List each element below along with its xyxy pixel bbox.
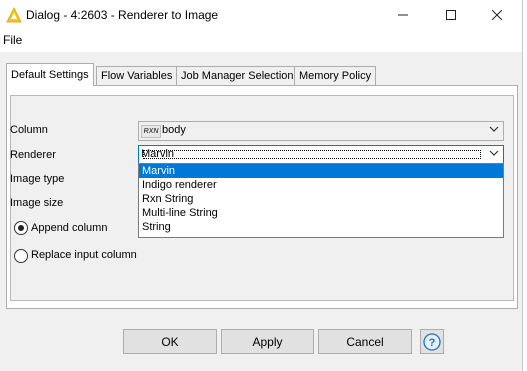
replace-column-radio[interactable] bbox=[14, 249, 28, 263]
renderer-label: Renderer bbox=[10, 149, 56, 161]
image-size-label: Image size bbox=[10, 197, 64, 209]
replace-column-label: Replace input column bbox=[31, 249, 137, 261]
tab-label: Flow Variables bbox=[101, 70, 173, 82]
close-button[interactable] bbox=[474, 0, 520, 30]
renderer-dropdown-list: Marvin Indigo renderer Rxn String Multi-… bbox=[138, 163, 504, 238]
help-glyph: ? bbox=[429, 337, 436, 349]
maximize-icon bbox=[446, 10, 456, 20]
window-title: Dialog - 4:2603 - Renderer to Image bbox=[26, 8, 219, 22]
apply-button-label: Apply bbox=[252, 334, 283, 349]
tab-default-settings[interactable]: Default Settings bbox=[6, 63, 94, 86]
cancel-button[interactable]: Cancel bbox=[318, 329, 412, 354]
renderer-option[interactable]: Marvin bbox=[139, 164, 503, 178]
tab-flow-variables[interactable]: Flow Variables bbox=[96, 66, 178, 85]
renderer-select-value: Marvin bbox=[141, 148, 483, 161]
ok-button[interactable]: OK bbox=[123, 329, 217, 354]
append-column-radio[interactable] bbox=[14, 221, 28, 235]
tab-label: Job Manager Selection bbox=[181, 70, 294, 82]
rxn-type-icon: RXN bbox=[141, 125, 161, 138]
append-column-label: Append column bbox=[31, 222, 108, 234]
help-button[interactable]: ? bbox=[420, 329, 444, 354]
renderer-option[interactable]: Rxn String bbox=[139, 192, 503, 206]
title-bar[interactable]: Dialog - 4:2603 - Renderer to Image bbox=[0, 0, 522, 30]
renderer-option[interactable]: Multi-line String bbox=[139, 206, 503, 220]
renderer-select[interactable]: Marvin bbox=[138, 145, 504, 165]
chevron-down-icon bbox=[489, 126, 499, 132]
dialog-window: Dialog - 4:2603 - Renderer to Image File… bbox=[0, 0, 523, 371]
renderer-option[interactable]: Indigo renderer bbox=[139, 178, 503, 192]
chevron-down-icon bbox=[489, 150, 499, 156]
tab-label: Default Settings bbox=[11, 69, 89, 81]
column-label: Column bbox=[10, 124, 48, 136]
maximize-button[interactable] bbox=[428, 0, 474, 30]
close-icon bbox=[492, 10, 502, 20]
menu-file[interactable]: File bbox=[3, 33, 22, 47]
radio-selected-dot bbox=[18, 225, 24, 231]
tab-memory-policy[interactable]: Memory Policy bbox=[294, 66, 377, 85]
column-select-value: body bbox=[162, 124, 186, 136]
help-icon: ? bbox=[423, 332, 441, 351]
apply-button[interactable]: Apply bbox=[221, 329, 314, 354]
tab-label: Memory Policy bbox=[299, 70, 372, 82]
knime-triangle-icon bbox=[6, 7, 22, 23]
column-select[interactable]: RXN body bbox=[138, 121, 504, 141]
image-type-label: Image type bbox=[10, 173, 65, 185]
cancel-button-label: Cancel bbox=[346, 334, 384, 349]
tab-job-manager-selection[interactable]: Job Manager Selection bbox=[176, 66, 299, 85]
renderer-option[interactable]: String bbox=[139, 220, 503, 234]
ok-button-label: OK bbox=[161, 334, 179, 349]
minimize-button[interactable] bbox=[380, 0, 426, 30]
minimize-icon bbox=[398, 14, 408, 16]
menu-bar: File bbox=[0, 30, 522, 52]
